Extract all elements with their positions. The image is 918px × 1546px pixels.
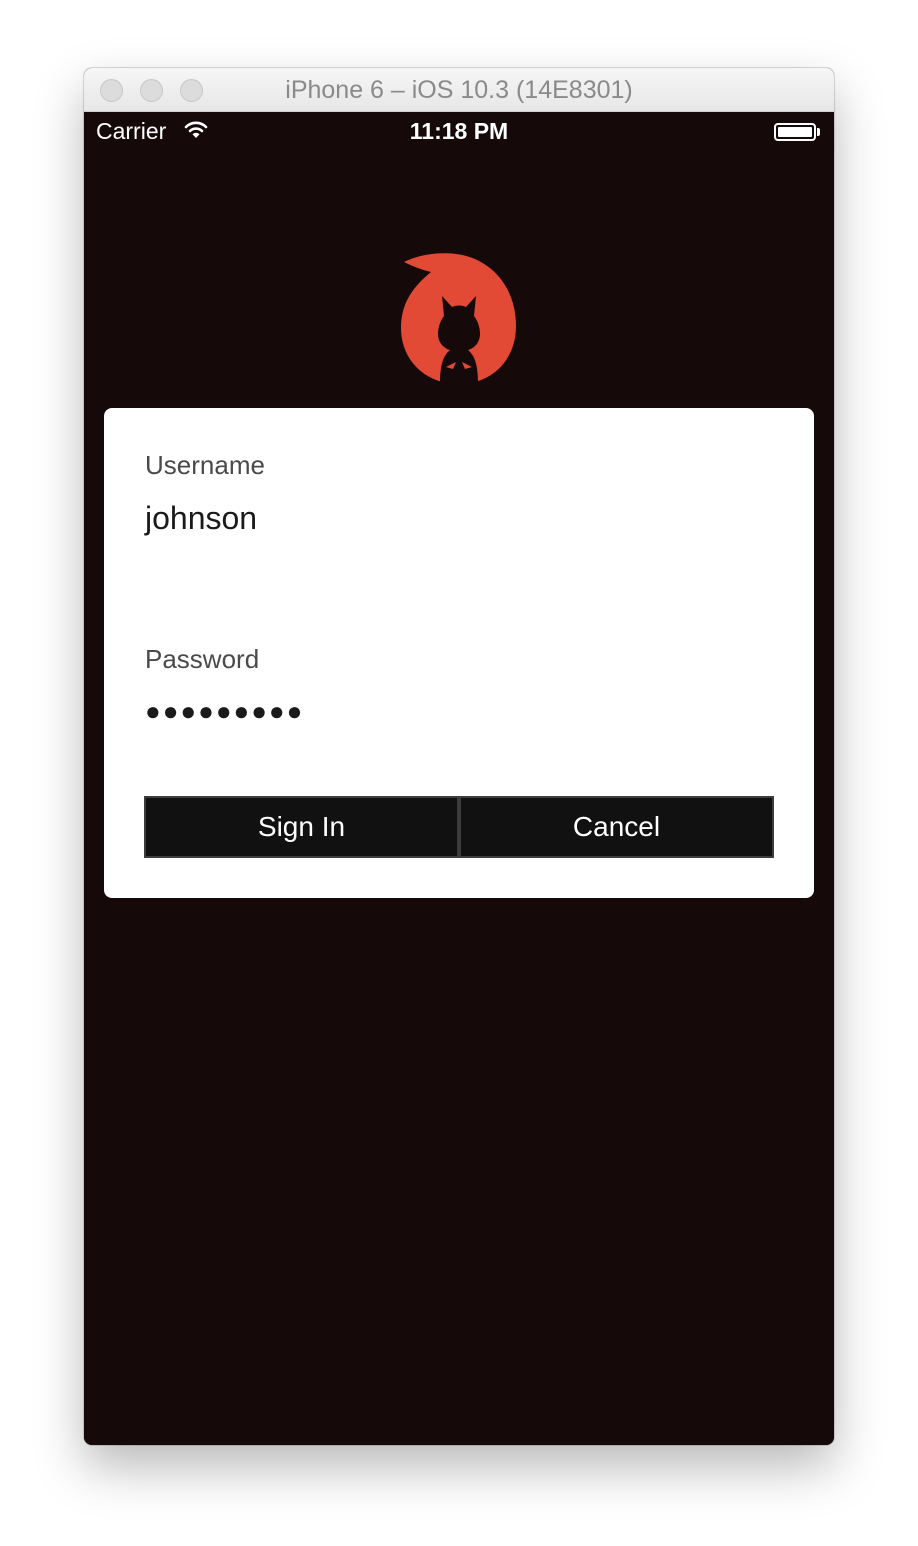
- password-label: Password: [145, 644, 260, 674]
- status-bar: Carrier 11:18 PM: [84, 112, 834, 154]
- login-card: Username johnson Password ●●●●●●●●● Sign…: [104, 408, 814, 898]
- battery-level-fill: [778, 127, 812, 137]
- simulator-window: iPhone 6 – iOS 10.3 (14E8301) Carrier 11…: [84, 68, 834, 1445]
- battery-tip: [817, 128, 820, 136]
- window-titlebar: iPhone 6 – iOS 10.3 (14E8301): [84, 68, 834, 112]
- window-title: iPhone 6 – iOS 10.3 (14E8301): [285, 76, 633, 104]
- flame-mascot-logo: [398, 250, 520, 390]
- sign-in-button[interactable]: Sign In: [144, 796, 459, 858]
- password-input[interactable]: ●●●●●●●●●: [145, 696, 304, 727]
- battery-icon: [774, 123, 816, 141]
- username-label: Username: [145, 450, 265, 480]
- status-time: 11:18 PM: [409, 118, 509, 144]
- username-input[interactable]: johnson: [145, 500, 257, 537]
- device-screen: Carrier 11:18 PM Username johnson Passwo…: [84, 112, 834, 1445]
- cancel-button[interactable]: Cancel: [459, 796, 774, 858]
